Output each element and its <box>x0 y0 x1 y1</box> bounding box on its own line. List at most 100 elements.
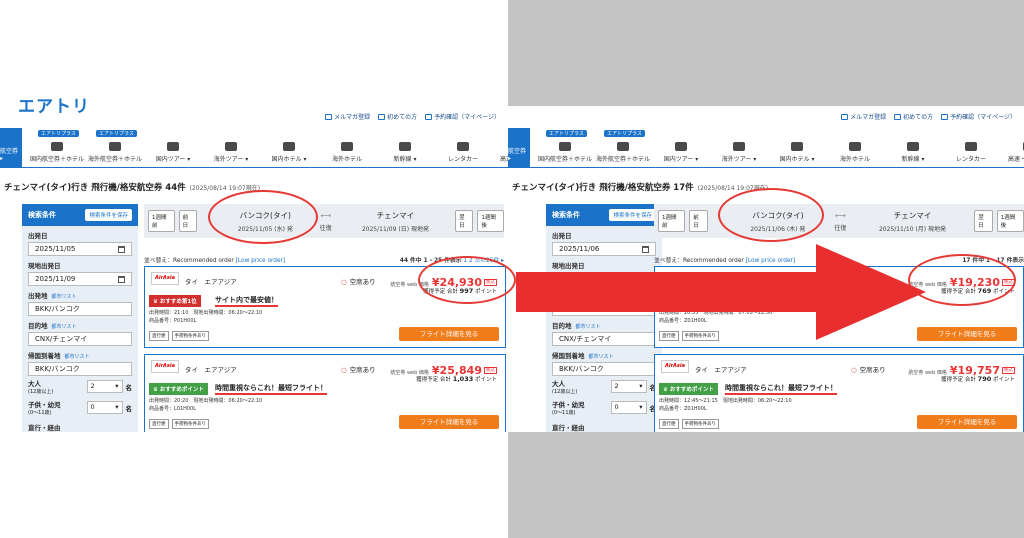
newsletter-link[interactable]: メルマガ登録 <box>841 112 886 121</box>
city-list-link[interactable]: 都市リスト <box>52 294 77 300</box>
next-day-button[interactable]: 翌日 <box>974 210 993 232</box>
nav-item-1[interactable]: エアトリプラス 海外航空券＋ホテル <box>594 128 652 168</box>
destination-label: 目的地 都市リスト <box>28 322 77 330</box>
child-count-select[interactable]: 0 ▾ <box>86 401 123 414</box>
flight-detail-button[interactable]: フライト詳細を見る <box>399 415 499 429</box>
points-earned: 獲得予定 合計 769 ポイント <box>941 287 1015 295</box>
prev-day-button[interactable]: 前日 <box>178 210 197 232</box>
child-count-row: 子供・幼児 (0〜11歳) 0 ▾ 名 <box>28 401 132 416</box>
flight-tag: 直行便 <box>659 419 679 429</box>
airasia-logo: AirAsia <box>661 360 689 373</box>
nav-item-8[interactable]: 高速・夜行バス <box>492 128 508 168</box>
calendar-icon[interactable] <box>118 275 125 283</box>
mail-icon <box>325 113 333 120</box>
category-icon <box>399 142 411 151</box>
flight-detail-button[interactable]: フライト詳細を見る <box>917 327 1017 341</box>
search-conditions-header: 検索条件 検索条件を保存 <box>546 204 662 226</box>
nav-item-2[interactable]: 国内ツアー ▾ <box>144 128 202 168</box>
flight-detail-button[interactable]: フライト詳細を見る <box>399 327 499 341</box>
flight-result-card[interactable]: AirAsiaタイ エアアジア空席あり航空券 web 価格¥19,757税込獲得… <box>654 354 1024 432</box>
child-count-select[interactable]: 0 ▾ <box>610 401 647 414</box>
nav-item-0[interactable]: エアトリプラス 国内航空券＋ホテル <box>536 128 594 168</box>
airtrip-plus-tag: エアトリプラス <box>38 130 79 137</box>
flight-tag: 手荷物条件あり <box>171 331 209 341</box>
airline-name: タイ エアアジア <box>185 366 237 374</box>
departure-city: バンコク(タイ) 2025/11/05 (水) 発 <box>219 210 312 233</box>
next-week-button[interactable]: 1週間後 <box>477 210 504 232</box>
flight-detail-button[interactable]: フライト詳細を見る <box>917 415 1017 429</box>
first-time-link[interactable]: 初めての方 <box>894 112 933 121</box>
airline-name: タイ エアアジア <box>185 278 237 286</box>
departure-date: 2025/11/05 (水) 発 <box>237 225 293 233</box>
mypage-link[interactable]: 予約確認（マイページ） <box>425 112 500 121</box>
nav-air-tickets[interactable]: 航空券 ▸ <box>508 128 530 168</box>
return-arrival-label: 帰国到着地 都市リスト <box>28 352 90 360</box>
airline-name: タイ エアアジア <box>695 366 747 374</box>
prev-day-button[interactable]: 前日 <box>689 210 708 232</box>
nav-item-label: 高速・夜行バス <box>499 156 508 163</box>
adult-count-select[interactable]: 2 ▾ <box>610 380 647 393</box>
prev-week-button[interactable]: 1週間前 <box>658 210 686 232</box>
nav-item-7[interactable]: レンタカー <box>942 128 1000 168</box>
nav-item-8[interactable]: 高速・夜行バス <box>1000 128 1024 168</box>
adult-count-select[interactable]: 2 ▾ <box>86 380 123 393</box>
return-arrival-field[interactable]: BKK/バンコク <box>552 362 656 376</box>
departure-date-field[interactable]: 2025/11/05 <box>28 242 132 256</box>
airasia-logo: AirAsia <box>151 360 179 373</box>
date-bar: 1週間前 前日 バンコク(タイ) 2025/11/06 (木) 発 ⟷ 往復 チェンマイ 20… <box>654 204 1024 238</box>
city-list-link[interactable]: 都市リスト <box>52 324 77 330</box>
nav-item-6[interactable]: 新幹線 ▾ <box>376 128 434 168</box>
flight-result-card[interactable]: AirAsiaタイ エアアジア空席あり航空券 web 価格¥25,849税込獲得… <box>144 354 506 432</box>
return-date-label: 現地出発日 <box>28 262 61 270</box>
category-icon <box>457 142 469 151</box>
nav-item-3[interactable]: 海外ツアー ▾ <box>710 128 768 168</box>
next-day-button[interactable]: 翌日 <box>455 210 474 232</box>
page-title: チェンマイ(タイ)行き 飛行機/格安航空券 17件 (2025/08/14 19:… <box>512 183 769 193</box>
nav-item-5[interactable]: 海外ホテル <box>318 128 376 168</box>
nav-item-label: レンタカー <box>447 156 478 163</box>
airtrip-plus-tag: エアトリプラス <box>546 130 587 137</box>
newsletter-link[interactable]: メルマガ登録 <box>325 112 370 121</box>
nav-item-5[interactable]: 海外ホテル <box>826 128 884 168</box>
save-conditions-button[interactable]: 検索条件を保存 <box>85 209 132 221</box>
next-week-button[interactable]: 1週間後 <box>996 210 1024 232</box>
points-earned: 獲得予定 合計 1,033 ポイント <box>416 375 497 383</box>
destination-field[interactable]: CNX/チェンマイ <box>28 332 132 346</box>
origin-label: 出発地都市リスト <box>28 292 77 300</box>
nav-item-label: 海外航空券＋ホテル <box>595 156 650 163</box>
departure-date-label: 出発日 <box>28 232 48 240</box>
airtrip-logo[interactable]: エアトリ <box>18 92 90 117</box>
sort-row: 並べ替え：Recommended order [Low price order]… <box>144 258 504 264</box>
city-list-link[interactable]: 都市リスト <box>65 354 90 360</box>
nav-item-2[interactable]: 国内ツアー ▾ <box>652 128 710 168</box>
nav-item-label: 新幹線 ▾ <box>393 156 417 163</box>
city-list-link[interactable]: 都市リスト <box>589 354 614 360</box>
nav-item-4[interactable]: 国内ホテル ▾ <box>768 128 826 168</box>
nav-item-3[interactable]: 海外ツアー ▾ <box>202 128 260 168</box>
calendar-icon[interactable] <box>118 245 125 253</box>
nav-item-label: 新幹線 ▾ <box>901 156 925 163</box>
return-arrival-field[interactable]: BKK/バンコク <box>28 362 132 376</box>
pagination[interactable]: 1 2 次の25件 ▸ <box>463 258 504 264</box>
flight-detail-text: 出発時間：20:20 現地出発時間：06:20〜22:10 商品番号：L01H00… <box>149 398 263 412</box>
points-earned: 獲得予定 合計 790 ポイント <box>941 375 1015 383</box>
first-time-link[interactable]: 初めての方 <box>378 112 417 121</box>
return-date-field[interactable]: 2025/11/09 <box>28 272 132 286</box>
nav-item-7[interactable]: レンタカー <box>434 128 492 168</box>
nav-item-label: 国内航空券＋ホテル <box>537 156 592 163</box>
flight-tag: 手荷物条件あり <box>681 419 719 429</box>
flight-result-card[interactable]: AirAsiaタイ エアアジア空席あり航空券 web 価格¥24,930税込獲得… <box>144 266 506 348</box>
document-icon <box>941 113 949 120</box>
nav-item-1[interactable]: エアトリプラス 海外航空券＋ホテル <box>86 128 144 168</box>
low-price-sort-link[interactable]: [Low price order] <box>236 258 286 264</box>
flight-detail-text: 出発時間：21:10 現地出発時間：06:20〜22:10 商品番号：P01H00… <box>149 310 263 324</box>
nav-item-6[interactable]: 新幹線 ▾ <box>884 128 942 168</box>
prev-week-button[interactable]: 1週間前 <box>148 210 175 232</box>
origin-field[interactable]: BKK/バンコク <box>28 302 132 316</box>
nav-item-4[interactable]: 国内ホテル ▾ <box>260 128 318 168</box>
save-conditions-button[interactable]: 検索条件を保存 <box>609 209 656 221</box>
category-icon <box>51 142 63 151</box>
nav-item-0[interactable]: エアトリプラス 国内航空券＋ホテル <box>28 128 86 168</box>
nav-air-tickets[interactable]: 航空券 ▸ <box>0 128 22 168</box>
mypage-link[interactable]: 予約確認（マイページ） <box>941 112 1016 121</box>
